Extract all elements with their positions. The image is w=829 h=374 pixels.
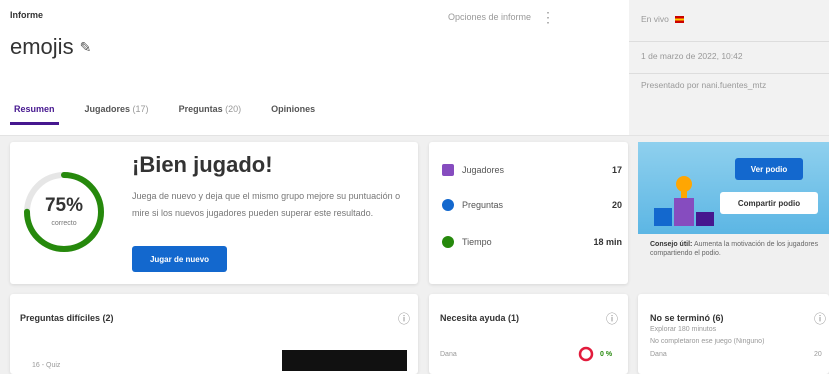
clock-icon	[442, 236, 454, 248]
session-date: 1 de marzo de 2022, 10:42	[629, 42, 829, 74]
difficult-questions-title: Preguntas difíciles (2)	[20, 313, 114, 323]
tab-label[interactable]: Opiniones	[271, 104, 315, 114]
unfinished-title: No se terminó (6)	[650, 313, 724, 323]
tab-jugadores[interactable]: Jugadores (17)	[81, 104, 153, 125]
podium-promo	[638, 142, 829, 234]
tab-resumen[interactable]: Resumen	[10, 104, 59, 125]
person-icon	[442, 164, 454, 176]
stat-value: 18 min	[593, 237, 622, 247]
share-podium-button[interactable]: Compartir podio	[720, 192, 818, 214]
question-icon	[442, 199, 454, 211]
unfinished-note: Explorar 180 minutos	[650, 326, 717, 333]
unfinished-value: 20	[814, 351, 822, 358]
tab-opiniones[interactable]: Opiniones	[267, 104, 319, 125]
help-icon[interactable]: ⓘ	[814, 310, 826, 327]
help-icon[interactable]: ⓘ	[606, 310, 618, 327]
promo-tip-bold: Consejo útil:	[650, 241, 693, 248]
promo-tip: Consejo útil: Aumenta la motivación de l…	[650, 240, 825, 258]
tab-bar: Resumen Jugadores (17) Preguntas (20) Op…	[10, 104, 319, 125]
correct-percentage: 75%	[44, 195, 84, 216]
tab-label[interactable]: Preguntas	[179, 104, 223, 114]
session-mode: En vivo	[629, 0, 829, 42]
correct-label: correcto	[51, 220, 77, 227]
page-title: emojis ✎	[10, 34, 91, 60]
stat-players: Jugadores 17	[442, 164, 622, 176]
stat-value: 17	[611, 165, 622, 175]
stat-label: Preguntas	[462, 200, 504, 210]
tab-count: (17)	[132, 104, 149, 114]
summary-description: Juega de nuevo y deja que el mismo grupo…	[132, 191, 401, 218]
needs-help-title: Necesita ayuda (1)	[440, 313, 520, 323]
report-options[interactable]: Opciones de informe ⋮	[448, 10, 555, 24]
summary-heading: ¡Bien jugado!	[132, 152, 273, 177]
header-divider	[0, 135, 829, 136]
needs-help-card	[429, 294, 628, 374]
question-thumbnail	[282, 350, 407, 371]
stat-label: Tiempo	[462, 237, 492, 247]
help-icon[interactable]: ⓘ	[398, 310, 410, 327]
tab-count: (20)	[225, 104, 242, 114]
view-podium-button[interactable]: Ver podio	[735, 158, 803, 180]
tab-label[interactable]: Jugadores	[85, 104, 131, 114]
breadcrumb: Informe	[10, 10, 44, 20]
more-options-icon[interactable]: ⋮	[541, 10, 555, 24]
stat-value: 20	[611, 200, 622, 210]
difficult-question-item[interactable]: 16 - Quiz	[32, 362, 60, 369]
stat-label: Jugadores	[462, 165, 505, 175]
play-again-button[interactable]: Jugar de nuevo	[132, 246, 227, 272]
player-score-ring	[578, 346, 594, 362]
tab-label[interactable]: Resumen	[14, 104, 55, 114]
unfinished-player[interactable]: Dana	[650, 351, 667, 358]
edit-icon[interactable]: ✎	[80, 39, 92, 56]
unfinished-subtext: No completaron ese juego (Ninguno)	[650, 338, 765, 345]
flag-icon	[674, 16, 684, 24]
session-host: Presentado por nani.fuentes_mtz	[641, 80, 767, 90]
stat-questions: Preguntas 20	[442, 199, 622, 211]
needs-help-percent: 0 %	[600, 351, 613, 358]
podium-illustration	[654, 176, 714, 226]
report-name: emojis	[10, 34, 74, 59]
tab-preguntas[interactable]: Preguntas (20)	[175, 104, 246, 125]
needs-help-player[interactable]: Dana	[440, 351, 457, 358]
stat-time: Tiempo 18 min	[442, 236, 622, 248]
session-info-panel: En vivo 1 de marzo de 2022, 10:42 Presen…	[629, 0, 829, 135]
unfinished-card	[638, 294, 829, 374]
report-options-label[interactable]: Opciones de informe	[448, 12, 531, 22]
